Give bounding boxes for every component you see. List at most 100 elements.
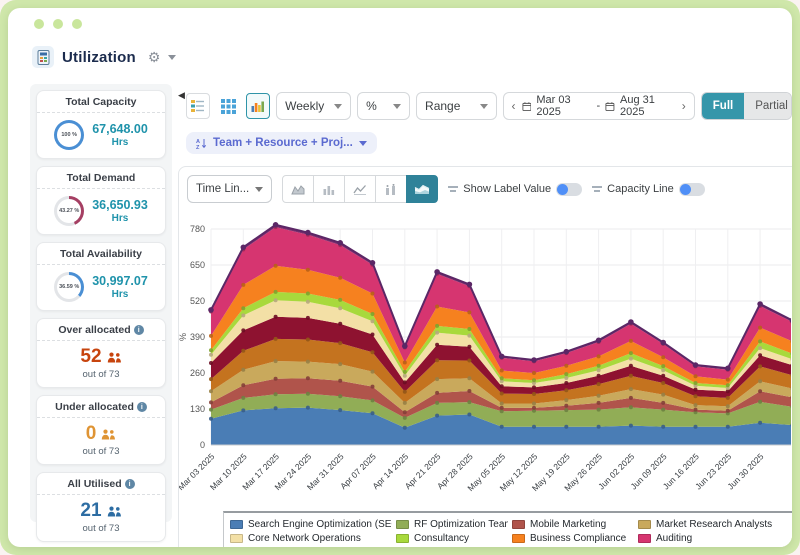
- range-select[interactable]: Range: [416, 92, 497, 120]
- chart-legend: Search Engine Optimization (SEO) Core Net…: [223, 511, 792, 547]
- stacked-bar-chart-type-button[interactable]: [375, 175, 408, 203]
- grouping-chip-label: Team + Resource + Proj...: [213, 137, 353, 149]
- metric-card-title-text: All Utilised: [67, 478, 122, 490]
- metric-card-total-availability: Total Availability 36.59 % 30,997.07 Hrs: [36, 242, 166, 311]
- partial-option[interactable]: Partial: [744, 93, 791, 119]
- metric-card-body: 43.27 % 36,650.93 Hrs: [37, 189, 165, 234]
- page-header: Utilization ⚙: [32, 46, 177, 68]
- full-partial-toggle: Full Partial: [700, 92, 792, 120]
- window-dot[interactable]: [72, 19, 82, 29]
- legend-item[interactable]: Mobile Marketing: [512, 517, 634, 531]
- legend-item[interactable]: Market Research Analysts: [638, 517, 788, 531]
- metric-count: 52: [80, 346, 102, 367]
- capacity-line-label: Capacity Line: [607, 183, 674, 195]
- chevron-down-icon: [334, 103, 343, 109]
- metric-card-title-text: Under allocated: [55, 401, 134, 413]
- chart-view-button[interactable]: [246, 93, 271, 119]
- legend-label: Business Compliance: [530, 532, 627, 544]
- legend-item[interactable]: Core Network Operations: [230, 531, 392, 545]
- full-option[interactable]: Full: [701, 93, 745, 119]
- metric-value: 30,997.07: [92, 274, 148, 288]
- grouping-chip[interactable]: A Z Team + Resource + Proj...: [186, 132, 377, 154]
- legend-item[interactable]: RF Optimization Team: [396, 517, 508, 531]
- legend-label: Search Engine Optimization (SEO): [248, 518, 392, 530]
- stacked-area-chart-type-button[interactable]: [406, 175, 439, 203]
- legend-item[interactable]: Auditing: [638, 531, 788, 545]
- metric-value-block: 36,650.93 Hrs: [92, 198, 148, 224]
- unit-select[interactable]: %: [357, 92, 411, 120]
- legend-item[interactable]: Consultancy: [396, 531, 508, 545]
- metric-value-block: 30,997.07 Hrs: [92, 274, 148, 300]
- timeline-select[interactable]: Time Lin...: [187, 175, 273, 203]
- chevron-down-icon: [255, 186, 264, 192]
- calendar-icon: [521, 101, 531, 111]
- metric-card-title-text: Total Availability: [60, 248, 142, 260]
- metric-card-body: 100 % 67,648.00 Hrs: [37, 113, 165, 158]
- info-icon[interactable]: i: [124, 479, 135, 489]
- legend-label: Consultancy: [414, 532, 470, 544]
- metric-card-title-text: Total Demand: [66, 172, 136, 184]
- end-date-field[interactable]: Aug 31 2025: [620, 94, 676, 118]
- legend-swatch: [396, 519, 409, 529]
- metric-card-title-text: Total Capacity: [65, 96, 137, 108]
- window-dot[interactable]: [53, 19, 63, 29]
- metric-out-of: out of 73: [82, 523, 120, 534]
- window-dot[interactable]: [34, 19, 44, 29]
- info-icon[interactable]: i: [133, 325, 144, 335]
- metric-unit: Hrs: [111, 213, 129, 224]
- legend-label: RF Optimization Team: [414, 518, 508, 530]
- metric-card-title-text: Over allocated: [58, 324, 131, 336]
- legend-swatch: [638, 519, 651, 529]
- metric-card-body: 52 out of 73: [37, 341, 165, 387]
- legend-item[interactable]: Search Engine Optimization (SEO): [230, 517, 392, 531]
- metric-count-line: 52: [39, 346, 163, 368]
- prev-period-arrow[interactable]: ‹: [511, 99, 517, 113]
- info-icon[interactable]: i: [136, 402, 147, 412]
- chart-area: 0 130 260 390 520 650 780% Mar 03 2025 Mar 10 20…: [178, 207, 792, 509]
- app-window: Utilization ⚙ Total Capacity 100 % 67,648.…: [8, 8, 792, 547]
- utilization-stacked-area-chart[interactable]: 0130260390520650780%Mar 03 2025Mar 10 20…: [178, 207, 792, 509]
- metric-card-body: 36.59 % 30,997.07 Hrs: [37, 265, 165, 310]
- svg-text:650: 650: [190, 260, 205, 270]
- legend-item[interactable]: Business Compliance: [512, 531, 634, 545]
- svg-text:260: 260: [190, 368, 205, 378]
- header-dropdown-caret-icon[interactable]: [168, 54, 177, 60]
- unit-select-value: %: [366, 99, 377, 113]
- metric-card-title: Total Capacity: [37, 91, 165, 113]
- progress-ring-percent: 43.27 %: [59, 208, 80, 214]
- gantt-view-button[interactable]: [186, 93, 211, 119]
- utilization-report-icon: [32, 46, 54, 68]
- capacity-line-toggle[interactable]: [678, 182, 705, 196]
- svg-text:390: 390: [190, 332, 205, 342]
- progress-ring-percent: 100 %: [61, 132, 77, 138]
- metric-card-total-capacity: Total Capacity 100 % 67,648.00 Hrs: [36, 90, 166, 159]
- metric-card-body: 21 out of 73: [37, 495, 165, 541]
- legend-swatch: [230, 533, 243, 543]
- chevron-down-icon: [358, 140, 367, 146]
- window-controls: [34, 19, 82, 29]
- metric-value: 36,650.93: [92, 198, 148, 212]
- top-toolbar: Weekly % Range ‹ Mar 03 2025 - Aug 31 20…: [186, 92, 792, 120]
- metric-card-under-allocated: Under allocated i 0 out of 73: [36, 395, 166, 465]
- bar-chart-type-button[interactable]: [313, 175, 346, 203]
- grid-view-button[interactable]: [216, 93, 240, 119]
- chart-type-switcher: [282, 175, 439, 203]
- metric-card-title: Under allocated i: [37, 396, 165, 418]
- period-select[interactable]: Weekly: [276, 92, 352, 120]
- next-period-arrow[interactable]: ›: [681, 99, 687, 113]
- metrics-sidebar: Total Capacity 100 % 67,648.00 Hrs Total Dem…: [30, 84, 172, 542]
- settings-gear-icon[interactable]: ⚙: [148, 49, 161, 66]
- progress-ring: 43.27 %: [54, 196, 85, 226]
- start-date-field[interactable]: Mar 03 2025: [536, 94, 591, 118]
- metric-count-line: 0: [39, 423, 163, 445]
- metric-unit: Hrs: [111, 137, 129, 148]
- sidebar-collapse-button[interactable]: ◀: [178, 90, 185, 101]
- main-area: ◀ Weekly % Range ‹ Mar 03 2025 - Aug 31 …: [178, 84, 792, 547]
- progress-ring: 36.59 %: [54, 272, 85, 302]
- chevron-down-icon: [393, 103, 402, 109]
- show-label-value-toggle[interactable]: [556, 182, 583, 196]
- area-chart-type-button[interactable]: [282, 175, 315, 203]
- legend-swatch: [512, 533, 525, 543]
- line-chart-type-button[interactable]: [344, 175, 377, 203]
- page-title: Utilization: [62, 48, 136, 66]
